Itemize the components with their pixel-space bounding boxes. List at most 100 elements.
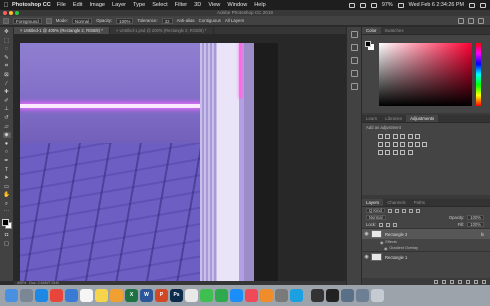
type-tool-icon[interactable]: T <box>3 167 11 173</box>
menu-help[interactable]: Help <box>254 2 266 8</box>
dock-safari-icon[interactable] <box>35 289 48 302</box>
zoom-tool-icon[interactable]: ⌕ <box>3 201 11 207</box>
dock-downloads-icon[interactable] <box>356 289 369 302</box>
cloud-icon[interactable] <box>348 2 355 8</box>
layer-thumbnail[interactable] <box>371 230 382 238</box>
frame-tool-icon[interactable]: ⊠ <box>3 72 11 78</box>
dock-terminal-icon[interactable] <box>326 289 339 302</box>
photo-filter-icon[interactable] <box>400 142 406 147</box>
crop-tool-icon[interactable]: ⌗ <box>3 63 11 69</box>
mode-select[interactable]: Normal <box>71 17 93 24</box>
volume-icon[interactable] <box>370 2 377 8</box>
blur-tool-icon[interactable]: ● <box>3 141 11 147</box>
layer-fx-icon[interactable]: fx <box>481 232 484 237</box>
dock-preferences-icon[interactable] <box>275 289 288 302</box>
dock-photos-icon[interactable] <box>110 289 123 302</box>
layer-rectangle-1[interactable]: ◉ Rectangle 1 <box>362 251 490 262</box>
spotlight-icon[interactable] <box>469 2 475 8</box>
dock-chrome-icon[interactable] <box>50 289 63 302</box>
workspace-icon[interactable] <box>468 17 474 24</box>
posterize-icon[interactable] <box>385 150 391 155</box>
anti-alias-checkbox[interactable]: Anti-alias <box>177 18 195 23</box>
healing-brush-tool-icon[interactable]: ✚ <box>3 89 11 95</box>
dock-messages-icon[interactable] <box>200 289 213 302</box>
pen-tool-icon[interactable]: ✒ <box>3 158 11 164</box>
channel-mixer-icon[interactable] <box>407 142 413 147</box>
threshold-icon[interactable] <box>392 150 398 155</box>
wifi-icon[interactable] <box>359 2 366 8</box>
lock-position-icon[interactable] <box>386 222 391 227</box>
properties-panel-icon[interactable] <box>350 44 358 51</box>
blend-mode-select[interactable]: Normal <box>366 215 386 220</box>
dock-word-icon[interactable]: W <box>140 289 153 302</box>
info-panel-icon[interactable] <box>350 57 358 64</box>
dock-powerpoint-icon[interactable]: P <box>155 289 168 302</box>
menu-type[interactable]: Type <box>133 2 145 8</box>
tab-color[interactable]: Color <box>362 27 381 34</box>
fill-input[interactable]: 100% <box>467 222 484 227</box>
menu-view[interactable]: View <box>208 2 220 8</box>
tab-untitled-1[interactable]: × Untitled-1 @ 400% (Rectangle 2, RGB/8)… <box>14 27 110 34</box>
dock-ibooks-icon[interactable] <box>260 289 273 302</box>
dock-trash-icon[interactable] <box>371 289 384 302</box>
filter-shape-icon[interactable] <box>408 208 413 213</box>
zoom-window-button[interactable] <box>15 11 19 15</box>
battery-icon[interactable] <box>397 2 404 8</box>
dock-launchpad-icon[interactable] <box>20 289 33 302</box>
add-mask-icon[interactable] <box>450 279 454 284</box>
invert-icon[interactable] <box>378 150 383 155</box>
dodge-tool-icon[interactable]: ○ <box>3 149 11 155</box>
paragraph-panel-icon[interactable] <box>350 83 358 90</box>
color-picker-field[interactable] <box>379 43 472 106</box>
levels-icon[interactable] <box>385 134 391 139</box>
tab-libraries[interactable]: Libraries <box>381 115 406 122</box>
layer-kind-filter[interactable]: Q Kind <box>366 208 385 213</box>
document-canvas[interactable] <box>20 43 278 281</box>
layer-name[interactable]: Rectangle 1 <box>385 255 407 260</box>
dock-mail-icon[interactable] <box>65 289 78 302</box>
paint-bucket-tool-preset-icon[interactable] <box>3 17 9 24</box>
tab-close-icon[interactable]: × <box>116 28 118 33</box>
marquee-tool-icon[interactable]: ⬚ <box>3 38 11 44</box>
new-adjustment-icon[interactable] <box>458 279 462 284</box>
more-tools-icon[interactable]: ⋯ <box>3 209 11 215</box>
brightness-contrast-icon[interactable] <box>378 134 383 139</box>
quick-mask-icon[interactable]: ◘ <box>3 232 11 238</box>
color-balance-icon[interactable] <box>385 142 391 147</box>
dock-finder-2-icon[interactable] <box>341 289 354 302</box>
dock-finder-icon[interactable] <box>5 289 18 302</box>
tab-learn[interactable]: Learn <box>362 115 381 122</box>
search-icon[interactable] <box>458 17 464 24</box>
menu-window[interactable]: Window <box>227 2 247 8</box>
new-group-icon[interactable] <box>466 279 470 284</box>
delete-layer-icon[interactable] <box>482 279 486 284</box>
foreground-color[interactable] <box>1 219 9 227</box>
black-white-icon[interactable] <box>392 142 398 147</box>
opacity-input[interactable]: 100% <box>116 17 134 24</box>
quick-select-tool-icon[interactable]: ✎ <box>3 55 11 61</box>
effect-eye-icon[interactable]: ◉ <box>384 246 387 251</box>
path-selection-tool-icon[interactable]: ➤ <box>3 175 11 181</box>
eyedropper-tool-icon[interactable]: ⁄ <box>3 81 11 87</box>
layer-thumbnail[interactable] <box>371 253 382 261</box>
panel-foreground-color[interactable] <box>365 41 371 47</box>
menu-edit[interactable]: Edit <box>73 2 83 8</box>
add-style-icon[interactable] <box>442 279 446 284</box>
layer-opacity-input[interactable]: 100% <box>467 215 484 220</box>
rectangle-tool-icon[interactable]: ▭ <box>3 184 11 190</box>
tolerance-input[interactable]: 32 <box>161 17 173 24</box>
grid-icon[interactable] <box>422 142 428 147</box>
clone-stamp-tool-icon[interactable]: ⊥ <box>3 106 11 112</box>
close-window-button[interactable] <box>3 11 7 15</box>
dock-notes-icon[interactable] <box>95 289 108 302</box>
brush-tool-icon[interactable]: ✐ <box>3 98 11 104</box>
tab-channels[interactable]: Channels <box>383 199 410 206</box>
filter-type-icon[interactable] <box>401 208 406 213</box>
menu-layer[interactable]: Layer <box>112 2 126 8</box>
fill-source-select[interactable]: Foreground <box>13 17 42 24</box>
dock-activity-icon[interactable] <box>311 289 324 302</box>
color-swatches[interactable] <box>1 218 13 230</box>
dock-calendar-icon[interactable] <box>80 289 93 302</box>
filter-pixel-icon[interactable] <box>387 208 392 213</box>
layer-name[interactable]: Rectangle 2 <box>385 232 407 237</box>
